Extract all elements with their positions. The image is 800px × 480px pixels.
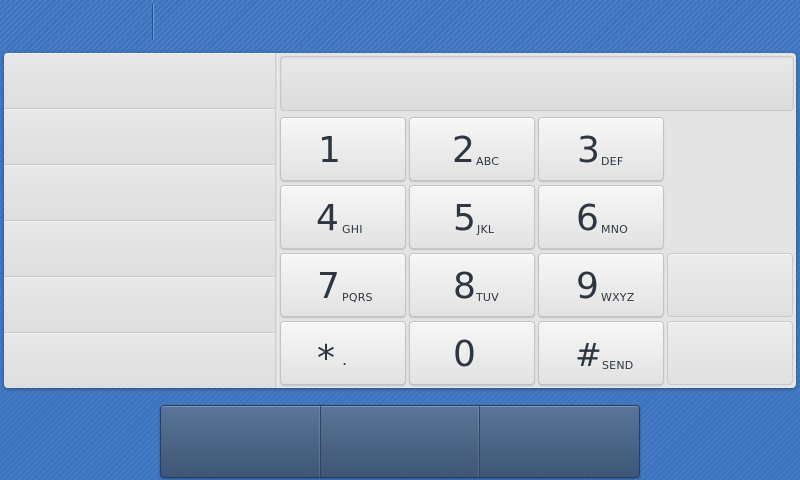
key-digit: 3 [577,130,600,171]
contact-row[interactable] [4,221,275,277]
number-display-field[interactable] [280,56,794,111]
bottom-button-middle[interactable] [321,406,481,477]
bottom-button-right[interactable] [480,406,639,477]
key-4[interactable]: 4 GHI [280,185,406,249]
key-digit: 4 [316,198,339,239]
key-letters: GHI [342,223,363,236]
key-hash[interactable]: # SEND [538,321,664,385]
contact-row[interactable] [4,333,275,388]
side-key-lower[interactable] [667,321,793,385]
contact-row[interactable] [4,277,275,333]
key-star[interactable]: * . [280,321,406,385]
key-6[interactable]: 6 MNO [538,185,664,249]
bottom-button-left[interactable] [161,406,321,477]
key-0[interactable]: 0 [409,321,535,385]
key-letters: PQRS [342,291,373,304]
keypad-side-area [666,116,794,252]
key-symbol: * [317,338,335,379]
key-1[interactable]: 1 [280,117,406,181]
key-digit: 7 [317,266,340,307]
key-3[interactable]: 3 DEF [538,117,664,181]
key-letters: TUV [476,291,499,304]
contact-row[interactable] [4,109,275,165]
contact-row[interactable] [4,53,275,109]
key-symbol: # [575,336,602,374]
key-8[interactable]: 8 TUV [409,253,535,317]
top-bar [0,0,800,50]
key-5[interactable]: 5 JKL [409,185,535,249]
key-digit: 5 [453,198,476,239]
bottom-action-bar [160,405,640,478]
key-7[interactable]: 7 PQRS [280,253,406,317]
key-letters: SEND [602,359,634,372]
key-digit: 1 [318,130,341,171]
key-digit: 8 [453,266,476,307]
panel-divider [275,53,278,388]
key-digit: 2 [452,130,475,171]
top-bar-divider [152,4,153,40]
key-9[interactable]: 9 WXYZ [538,253,664,317]
key-digit: 6 [576,198,599,239]
key-letters: JKL [477,223,495,236]
contact-row[interactable] [4,165,275,221]
key-letters: DEF [601,155,624,168]
key-digit: 9 [576,266,599,307]
key-digit: 0 [453,334,476,375]
key-letters: . [342,350,348,369]
key-letters: MNO [601,223,628,236]
contact-list [4,53,275,388]
key-2[interactable]: 2 ABC [409,117,535,181]
key-letters: WXYZ [601,291,635,304]
side-key-upper[interactable] [667,253,793,317]
key-letters: ABC [476,155,500,168]
